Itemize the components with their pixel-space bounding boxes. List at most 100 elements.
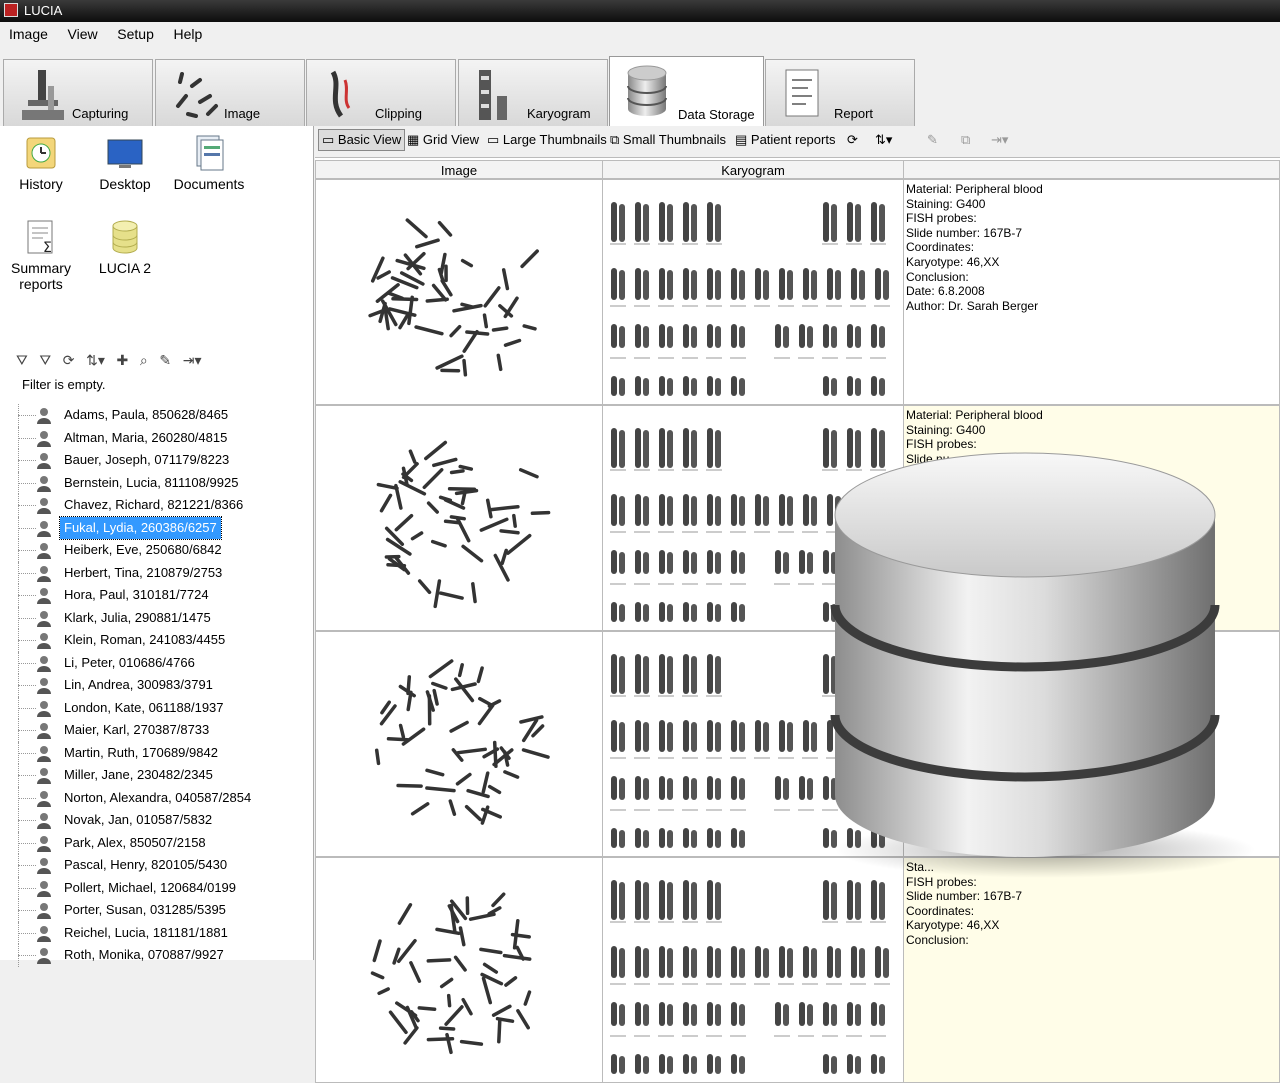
sort-icon[interactable]: ⇅▾ xyxy=(86,352,105,369)
patient-tree-item[interactable]: Klein, Roman, 241083/4455 xyxy=(18,629,308,652)
patient-tree-item[interactable]: Bauer, Joseph, 071179/8223 xyxy=(18,449,308,472)
tree-connector xyxy=(18,483,36,484)
refresh-view-icon[interactable]: ⟳ xyxy=(847,132,858,148)
metaphase-image-thumbnail[interactable] xyxy=(315,857,603,1083)
tab-capturing[interactable]: Capturing xyxy=(3,59,153,126)
patient-tree-item[interactable]: Li, Peter, 010686/4766 xyxy=(18,652,308,675)
tab-karyogram[interactable]: Karyogram xyxy=(458,59,608,126)
filter-icon[interactable]: ⛛ xyxy=(16,352,28,369)
metaphase-image-thumbnail[interactable] xyxy=(315,631,603,857)
patient-name: Roth, Monika, 070887/9927 xyxy=(60,944,228,967)
patient-tree-item[interactable]: Klark, Julia, 290881/1475 xyxy=(18,607,308,630)
patient-name: Altman, Maria, 260280/4815 xyxy=(60,427,231,450)
window-title: LUCIA xyxy=(24,3,62,18)
patient-tree-item[interactable]: Herbert, Tina, 210879/2753 xyxy=(18,562,308,585)
refresh-icon[interactable]: ⟳ xyxy=(63,352,75,369)
menu-help[interactable]: Help xyxy=(164,22,209,42)
tab-data-storage[interactable]: Data Storage xyxy=(609,56,764,127)
add-patient-icon[interactable]: ✚ xyxy=(117,352,129,369)
export-icon[interactable]: ⇥▾ xyxy=(183,352,202,369)
metaphase-image-thumbnail[interactable] xyxy=(315,179,603,405)
edit-record-icon[interactable]: ✎ xyxy=(159,352,171,369)
column-header-image: Image xyxy=(315,160,603,179)
tab-image[interactable]: Image xyxy=(155,59,305,126)
karyogram-thumbnail[interactable] xyxy=(602,857,904,1083)
record-info-line: Author: Dr. Sarah Berger xyxy=(906,299,1277,314)
patient-tree-item[interactable]: Roth, Monika, 070887/9927 xyxy=(18,944,308,967)
tree-connector xyxy=(18,528,36,529)
copy-disabled-icon[interactable]: ⧉ xyxy=(961,132,970,148)
shortcut-summary-reports[interactable]: Σ Summary reports xyxy=(1,218,81,292)
patient-tree-item[interactable]: Norton, Alexandra, 040587/2854 xyxy=(18,787,308,810)
metaphase-image-thumbnail[interactable] xyxy=(315,405,603,631)
tree-connector xyxy=(18,573,36,574)
edit-disabled-icon[interactable]: ✎ xyxy=(927,132,938,148)
shortcut-label: Desktop xyxy=(99,176,150,192)
sort-view-icon[interactable]: ⇅▾ xyxy=(875,132,892,148)
patient-name: Pascal, Henry, 820105/5430 xyxy=(60,854,231,877)
record-info-cell[interactable]: Material: Peripheral bloodStaining: G400… xyxy=(903,179,1280,405)
tree-connector xyxy=(18,505,36,506)
patient-tree-item[interactable]: Maier, Karl, 270387/8733 xyxy=(18,719,308,742)
menu-setup[interactable]: Setup xyxy=(108,22,161,42)
menu-image[interactable]: Image xyxy=(0,22,55,42)
tree-connector xyxy=(18,685,36,686)
patient-tree-item[interactable]: Altman, Maria, 260280/4815 xyxy=(18,427,308,450)
record-info-line: Conclusion: xyxy=(906,270,1277,285)
patient-tree-item[interactable]: Fukal, Lydia, 260386/6257 xyxy=(18,517,308,540)
find-icon[interactable]: ⌕ xyxy=(140,352,148,369)
patient-tree-item[interactable]: Pascal, Henry, 820105/5430 xyxy=(18,854,308,877)
metaphase-spread-icon xyxy=(316,858,602,1082)
karyogram-thumbnail[interactable] xyxy=(602,179,904,405)
patient-tree-item[interactable]: Martin, Ruth, 170689/9842 xyxy=(18,742,308,765)
patient-name: Hora, Paul, 310181/7724 xyxy=(60,584,213,607)
patient-name: Porter, Susan, 031285/5395 xyxy=(60,899,230,922)
microscope-icon xyxy=(18,66,68,124)
shortcut-lucia2[interactable]: LUCIA 2 xyxy=(85,218,165,276)
filter-status: Filter is empty. xyxy=(22,377,106,392)
patient-tree-item[interactable]: London, Kate, 061188/1937 xyxy=(18,697,308,720)
tree-connector xyxy=(18,933,36,934)
patient-tree-item[interactable]: Novak, Jan, 010587/5832 xyxy=(18,809,308,832)
record-info-line: Karyotype: 46,XX xyxy=(906,918,1277,933)
patient-tree-item[interactable]: Heiberk, Eve, 250680/6842 xyxy=(18,539,308,562)
tree-connector xyxy=(18,730,36,731)
database-small-icon xyxy=(107,218,143,256)
shortcut-documents[interactable]: Documents xyxy=(169,134,249,192)
small-thumbnails-button[interactable]: ⧉ Small Thumbnails xyxy=(610,132,726,148)
shortcut-history[interactable]: History xyxy=(1,134,81,192)
navigation-pane: History Desktop Documents Σ Summary repo… xyxy=(0,126,314,960)
patient-tree-item[interactable]: Chavez, Richard, 821221/8366 xyxy=(18,494,308,517)
shortcut-label: Summary reports xyxy=(11,260,71,292)
patient-tree-item[interactable]: Hora, Paul, 310181/7724 xyxy=(18,584,308,607)
tab-report[interactable]: Report xyxy=(765,59,915,126)
grid-view-button[interactable]: ▦ Grid View xyxy=(407,132,479,148)
menu-view[interactable]: View xyxy=(59,22,105,42)
patient-tree-item[interactable]: Park, Alex, 850507/2158 xyxy=(18,832,308,855)
large-thumbnails-button[interactable]: ▭ Large Thumbnails xyxy=(487,132,607,148)
patient-tree-item[interactable]: Reichel, Lucia, 181181/1881 xyxy=(18,922,308,945)
patient-tree-item[interactable]: Miller, Jane, 230482/2345 xyxy=(18,764,308,787)
patient-reports-button[interactable]: ▤ Patient reports xyxy=(735,132,835,148)
patient-tree-item[interactable]: Lin, Andrea, 300983/3791 xyxy=(18,674,308,697)
patient-tree-item[interactable]: Adams, Paula, 850628/8465 xyxy=(18,404,308,427)
record-info-line: Slide number: 167B-7 xyxy=(906,889,1277,904)
record-info-line: Coordinates: xyxy=(906,240,1277,255)
tab-clipping[interactable]: Clipping xyxy=(306,59,456,126)
patient-name: Martin, Ruth, 170689/9842 xyxy=(60,742,222,765)
shortcut-desktop[interactable]: Desktop xyxy=(85,134,165,192)
patient-tree-item[interactable]: Bernstein, Lucia, 811108/9925 xyxy=(18,472,308,495)
basic-view-button[interactable]: ▭ Basic View xyxy=(318,129,405,151)
shortcut-label: Documents xyxy=(174,176,245,192)
chromosome-clip-icon xyxy=(321,66,361,124)
column-header-karyogram: Karyogram xyxy=(602,160,904,179)
clear-filter-icon[interactable]: ⛛ xyxy=(39,352,51,369)
tree-connector xyxy=(18,595,36,596)
export-disabled-icon[interactable]: ⇥▾ xyxy=(991,132,1008,148)
record-info-cell[interactable]: Sta...FISH probes:Slide number: 167B-7Co… xyxy=(903,857,1280,1083)
report-icon xyxy=(780,66,822,124)
patient-tree-item[interactable]: Pollert, Michael, 120684/0199 xyxy=(18,877,308,900)
tree-connector xyxy=(18,865,36,866)
patient-tree-item[interactable]: Porter, Susan, 031285/5395 xyxy=(18,899,308,922)
chromosome-spread-icon xyxy=(170,66,225,124)
